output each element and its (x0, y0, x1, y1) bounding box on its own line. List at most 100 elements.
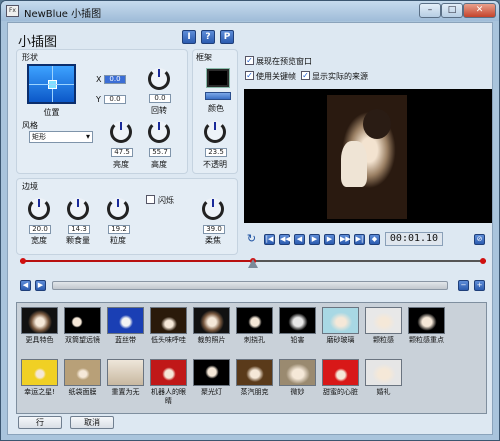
height-field[interactable]: 55.7 (149, 148, 171, 157)
preset-label: 铅害 (290, 336, 305, 344)
rotation-knob[interactable] (148, 68, 170, 90)
preset-tile[interactable]: 幸运之星! (19, 357, 60, 409)
preset-tile[interactable]: 重置为无 (105, 357, 146, 409)
show-in-preview-checkbox[interactable]: ✓ (245, 56, 254, 65)
brightness-knob[interactable] (110, 121, 132, 143)
preset-tile[interactable]: 蓝丝带 (105, 305, 146, 357)
flash-label: 闪烁 (158, 196, 174, 205)
grain-field[interactable]: 14.3 (68, 225, 90, 234)
end-keyframe[interactable] (480, 258, 486, 264)
color-label: 颜色 (208, 104, 224, 113)
position-pad[interactable] (27, 64, 76, 104)
preset-label: 双筒望远镜 (65, 336, 100, 344)
help-button[interactable]: ? (201, 30, 215, 44)
preset-tile[interactable]: 机器人的眼睛 (148, 357, 189, 409)
preset-tile[interactable]: 聚光灯 (191, 357, 232, 409)
cancel-button[interactable]: 取消 (70, 416, 114, 429)
window-title: NewBlue 小插图 (24, 9, 102, 20)
no-keyframe-icon[interactable]: ⊘ (474, 234, 485, 245)
preset-thumbnail (322, 307, 359, 334)
minimize-icon[interactable]: – (419, 3, 441, 18)
preset-tile[interactable]: 双筒望远镜 (62, 305, 103, 357)
x-label: X (96, 75, 102, 84)
preset-thumbnail (107, 307, 144, 334)
playhead-marker[interactable] (248, 259, 258, 268)
preset-tile[interactable]: 颗粒感 (363, 305, 404, 357)
preset-tile[interactable]: 磨砂玻璃 (320, 305, 361, 357)
preset-thumbnail (150, 359, 187, 386)
preset-tile[interactable]: 低头味呼哇 (148, 305, 189, 357)
info-button[interactable]: I (182, 30, 196, 44)
height-knob[interactable] (148, 121, 170, 143)
width-knob[interactable] (28, 198, 50, 220)
preset-tile[interactable]: 铅害 (277, 305, 318, 357)
scroll-left-icon[interactable]: ◀ (20, 280, 31, 291)
preset-thumbnail (365, 359, 402, 386)
opacity-knob[interactable] (204, 121, 226, 143)
next-keyframe-icon[interactable]: ▶▶ (339, 234, 351, 245)
preset-tile[interactable]: 刺挠孔 (234, 305, 275, 357)
preset-thumbnail (365, 307, 402, 334)
flash-checkbox[interactable] (146, 195, 155, 204)
preset-tile[interactable]: 更具特色 (19, 305, 60, 357)
x-field[interactable]: 0.0 (104, 75, 126, 84)
scroll-right-icon[interactable]: ▶ (35, 280, 46, 291)
loop-icon[interactable]: ↻ (246, 233, 257, 245)
preset-label: 甜蜜的心脏 (323, 388, 358, 396)
go-end-icon[interactable]: ▶| (354, 234, 365, 245)
preset-thumbnail (64, 359, 101, 386)
style-label: 风格 (22, 121, 38, 130)
play-icon[interactable]: ▶ (309, 234, 320, 245)
granularity-field[interactable]: 19.2 (108, 225, 130, 234)
softness-knob[interactable] (202, 198, 224, 220)
preset-thumbnail (107, 359, 144, 386)
softness-field[interactable]: 39.0 (203, 225, 225, 234)
position-handle[interactable] (48, 80, 57, 89)
add-keyframe-icon[interactable]: ◆ (369, 234, 380, 245)
close-icon[interactable]: ✕ (463, 3, 496, 18)
opacity-label: 不透明 (203, 160, 227, 169)
start-keyframe[interactable] (20, 258, 26, 264)
zoom-in-icon[interactable]: + (474, 280, 485, 291)
style-select[interactable]: 矩形 (29, 131, 93, 143)
preset-thumbnail (21, 307, 58, 334)
preset-label: 幸运之星! (24, 388, 55, 396)
use-keyframes-checkbox[interactable]: ✓ (245, 71, 254, 80)
prev-keyframe-icon[interactable]: ◀◀ (279, 234, 291, 245)
timecode-display: 00:01.10 (385, 232, 443, 246)
show-source-label: 显示实际的来源 (312, 72, 368, 81)
preset-tile[interactable]: 婚礼 (363, 357, 404, 409)
step-back-icon[interactable]: ◀ (294, 234, 305, 245)
preset-thumbnail (193, 307, 230, 334)
title-bar[interactable]: Fx NewBlue 小插图 – □ ✕ (1, 1, 499, 21)
step-forward-icon[interactable]: ▶ (324, 234, 335, 245)
color-swatch[interactable] (207, 69, 229, 87)
y-field[interactable]: 0.0 (104, 95, 126, 104)
ok-button[interactable]: 行 (18, 416, 62, 429)
show-in-preview-label: 展现在预览窗口 (256, 57, 312, 66)
keyframe-timeline[interactable] (20, 256, 486, 270)
opacity-field[interactable]: 23.5 (205, 148, 227, 157)
preset-tile[interactable]: 颗粒感重点 (406, 305, 447, 357)
color-picker-button[interactable] (205, 92, 231, 100)
preset-tile[interactable]: 甜蜜的心脏 (320, 357, 361, 409)
width-label: 宽度 (31, 236, 47, 245)
softness-label: 柔焦 (205, 236, 221, 245)
timeline-scrollbar[interactable] (52, 281, 448, 290)
maximize-icon[interactable]: □ (441, 3, 463, 18)
go-start-icon[interactable]: |◀ (264, 234, 275, 245)
app-icon: Fx (6, 5, 19, 17)
preset-button[interactable]: P (220, 30, 234, 44)
preset-tile[interactable]: 纸袋面膜 (62, 357, 103, 409)
width-field[interactable]: 20.0 (29, 225, 51, 234)
zoom-out-icon[interactable]: − (458, 280, 469, 291)
show-source-checkbox[interactable]: ✓ (301, 71, 310, 80)
brightness-field[interactable]: 47.5 (111, 148, 133, 157)
rotation-field[interactable]: 0.0 (149, 94, 171, 103)
preset-tile[interactable]: 微妙 (277, 357, 318, 409)
grain-knob[interactable] (67, 198, 89, 220)
preset-tile[interactable]: 蒸汽朋克 (234, 357, 275, 409)
preset-tile[interactable]: 裁剪照片 (191, 305, 232, 357)
granularity-knob[interactable] (107, 198, 129, 220)
preview-image (327, 95, 407, 219)
